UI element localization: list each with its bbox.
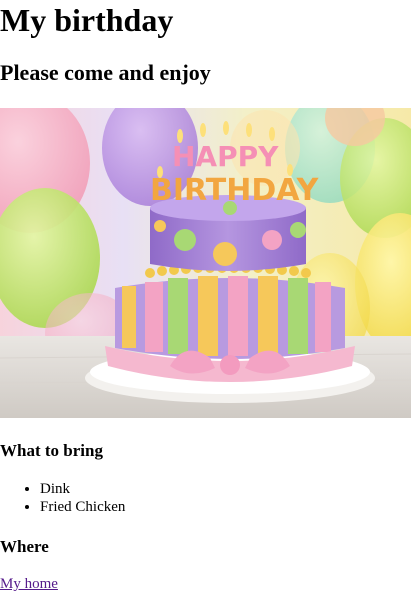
bring-list: Dink Fried Chicken bbox=[0, 480, 125, 516]
cake-topper-line1: HAPPY bbox=[172, 140, 279, 173]
birthday-cake-image: HAPPY BIRTHDAY bbox=[0, 108, 411, 418]
cake-topper-line2: BIRTHDAY bbox=[150, 173, 320, 208]
list-item: Dink bbox=[40, 480, 125, 498]
location-link[interactable]: My home bbox=[0, 575, 58, 593]
list-item: Fried Chicken bbox=[40, 498, 125, 516]
page-subtitle: Please come and enjoy bbox=[0, 60, 211, 85]
what-to-bring-heading: What to bring bbox=[0, 441, 103, 460]
page-title: My birthday bbox=[0, 2, 174, 38]
where-heading: Where bbox=[0, 537, 49, 556]
